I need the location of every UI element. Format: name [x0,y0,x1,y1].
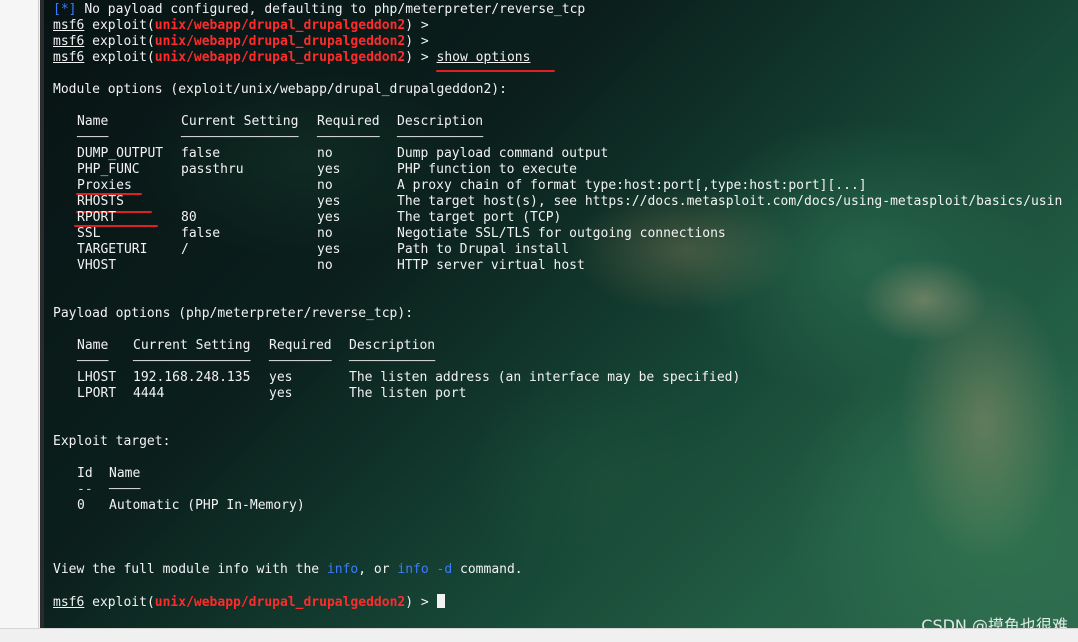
help-line: View the full module info with the info,… [53,562,523,578]
prompt-word: exploit [92,18,147,33]
prompt-module: unix/webapp/drupal_drupalgeddon2 [154,50,406,65]
module-col-desc-header: Description [397,114,484,129]
module-row-desc: A proxy chain of format type:host:port[,… [397,178,867,193]
module-row-desc: The target port (TCP) [397,210,562,225]
prompt-module: unix/webapp/drupal_drupalgeddon2 [154,18,406,33]
module-row-required: yes [317,242,341,257]
payload-row-required: yes [269,370,293,385]
module-row-value: passthru [181,162,244,177]
annotation-underline-command [436,70,555,72]
target-col-name-header: Name [109,466,141,481]
module-row-desc: Dump payload command output [397,146,609,161]
target-row-id: 0 [77,498,85,513]
bottom-status-strip [0,628,1078,642]
module-col-required-dash: ──────── [317,130,380,145]
module-row-name: RHOSTS [77,194,124,209]
module-row-required: yes [317,162,341,177]
prompt-app: msf6 [53,50,85,65]
payload-row-name: LPORT [77,386,117,401]
prompt-word: exploit [92,50,147,65]
module-row-name: PHP_FUNC [77,162,140,177]
typed-command: show options [436,50,531,65]
module-row-value: / [181,242,189,257]
prompt-arrow: > [420,595,429,610]
prompt-arrow: > [420,50,429,65]
target-col-id-dash: -- [77,482,93,497]
terminal-line-info: [*] No payload configured, defaulting to… [53,2,585,18]
module-row-desc: Path to Drupal install [397,242,570,257]
info-text: No payload configured, defaulting to php… [84,2,586,17]
module-col-required-header: Required [317,114,380,129]
help-text: , or [358,562,398,577]
prompt-app: msf6 [53,18,85,33]
help-info-command: info [326,562,359,577]
payload-row-required: yes [269,386,293,401]
module-row-required: yes [317,210,341,225]
payload-row-desc: The listen port [349,386,467,401]
prompt-line: msf6 exploit(unix/webapp/drupal_drupalge… [53,34,429,49]
module-row-name: VHOST [77,258,117,273]
help-text: command. [452,562,523,577]
active-prompt-line[interactable]: msf6 exploit(unix/webapp/drupal_drupalge… [53,594,445,610]
payload-row-value: 4444 [133,386,165,401]
module-row-value: 80 [181,210,197,225]
prompt-module: unix/webapp/drupal_drupalgeddon2 [154,34,406,49]
payload-col-desc-dash: ─────────── [349,354,436,369]
left-window-strip [0,0,39,641]
help-text: View the full module info with the [53,562,327,577]
module-row-required: no [317,178,333,193]
payload-col-name-dash: ──── [77,354,109,369]
module-row-desc: PHP function to execute [397,162,578,177]
module-row-name: RPORT [77,210,117,225]
payload-col-setting-dash: ─────────────── [133,354,251,369]
module-col-setting-header: Current Setting [181,114,299,129]
module-row-name: TARGETURI [77,242,148,257]
module-row-value: false [181,146,221,161]
prompt-arrow: > [420,18,429,33]
module-options-title: Module options (exploit/unix/webapp/drup… [53,82,507,97]
prompt-word: exploit [92,34,147,49]
module-col-desc-dash: ─────────── [397,130,484,145]
help-info-d-command: info -d [397,562,453,577]
target-col-name-dash: ──── [109,482,141,497]
module-row-name: Proxies [77,178,132,193]
module-row-required: yes [317,194,341,209]
prompt-app: msf6 [53,34,85,49]
prompt-app: msf6 [53,595,85,610]
payload-row-desc: The listen address (an interface may be … [349,370,741,385]
module-col-setting-dash: ─────────────── [181,130,299,145]
watermark: CSDN @摸鱼也很难 [921,616,1068,628]
prompt-line: msf6 exploit(unix/webapp/drupal_drupalge… [53,18,429,33]
payload-col-required-dash: ──────── [269,354,332,369]
payload-col-desc-header: Description [349,338,436,353]
exploit-target-title: Exploit target: [53,434,171,449]
module-row-desc: The target host(s), see https://docs.met… [397,194,1063,209]
prompt-arrow: > [420,34,429,49]
payload-row-name: LHOST [77,370,117,385]
payload-col-required-header: Required [269,338,332,353]
module-col-name-dash: ──── [77,130,109,145]
module-row-required: no [317,258,333,273]
payload-options-title: Payload options (php/meterpreter/reverse… [53,306,414,321]
terminal-window[interactable]: [*] No payload configured, defaulting to… [44,0,1078,628]
target-row-name: Automatic (PHP In-Memory) [109,498,305,513]
module-row-name: SSL [77,226,101,241]
prompt-word: exploit [92,595,147,610]
module-row-required: no [317,226,333,241]
module-row-value: false [181,226,221,241]
prompt-line-command: msf6 exploit(unix/webapp/drupal_drupalge… [53,50,531,65]
module-row-required: no [317,146,333,161]
module-row-desc: HTTP server virtual host [397,258,585,273]
payload-row-value: 192.168.248.135 [133,370,251,385]
text-cursor[interactable] [436,594,445,608]
info-tag: [*] [53,2,77,17]
module-row-name: DUMP_OUTPUT [77,146,164,161]
target-col-id-header: Id [77,466,93,481]
module-col-name-header: Name [77,114,109,129]
payload-col-setting-header: Current Setting [133,338,251,353]
prompt-module: unix/webapp/drupal_drupalgeddon2 [154,595,406,610]
payload-col-name-header: Name [77,338,109,353]
module-row-desc: Negotiate SSL/TLS for outgoing connectio… [397,226,726,241]
